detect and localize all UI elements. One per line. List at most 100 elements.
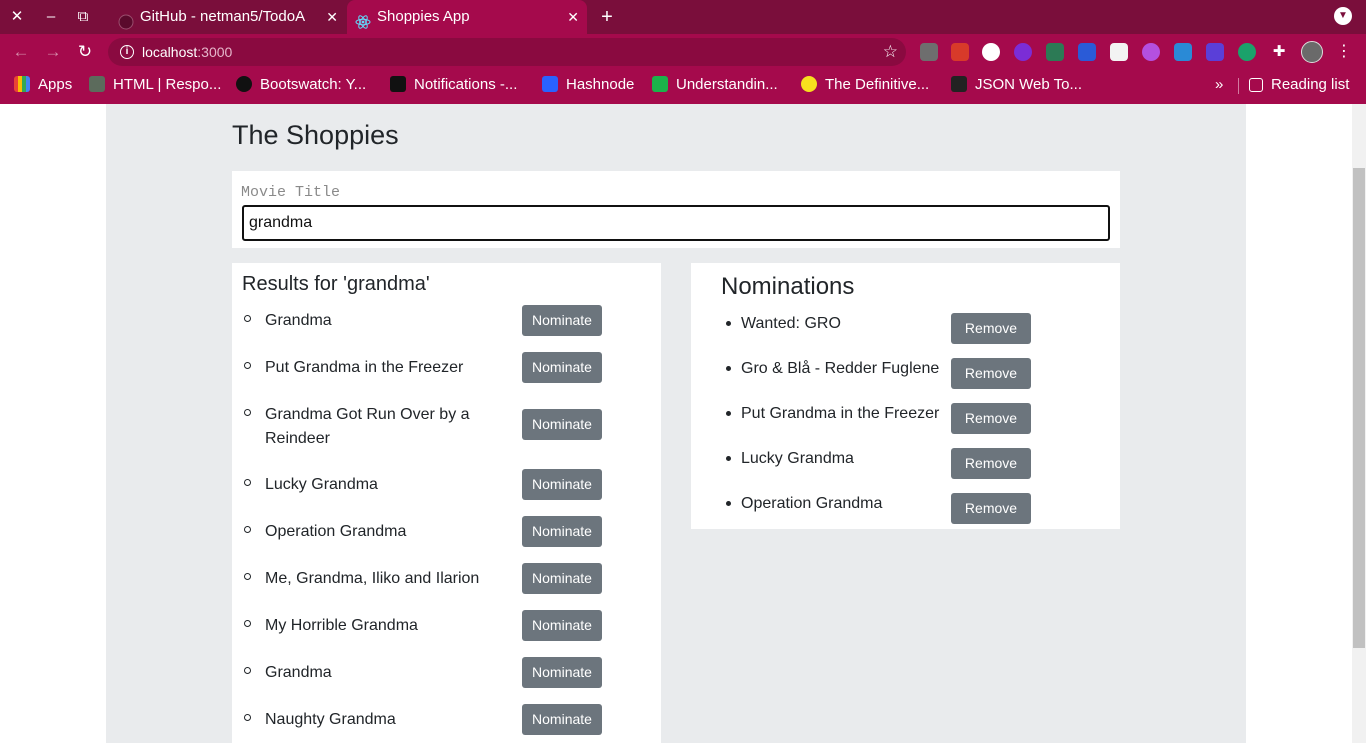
tab-shoppies[interactable]: Shoppies App ✕ bbox=[347, 0, 587, 34]
nominations-card: Nominations Wanted: GRO Remove Gro & Blå… bbox=[691, 263, 1120, 529]
bullet bbox=[726, 501, 731, 506]
nomination-title: Put Grandma in the Freezer bbox=[741, 405, 940, 422]
restore-window-icon[interactable]: ⧉ bbox=[72, 6, 94, 28]
page-title: The Shoppies bbox=[232, 120, 399, 150]
tab-title: Shoppies App bbox=[377, 8, 470, 25]
bookmark-apps[interactable]: Apps bbox=[14, 70, 72, 100]
nominate-button[interactable]: Nominate bbox=[522, 563, 602, 594]
reading-list-icon bbox=[1249, 78, 1263, 92]
flag-extension-icon[interactable] bbox=[1078, 43, 1096, 61]
r-extension-icon[interactable] bbox=[1110, 43, 1128, 61]
close-tab-icon[interactable]: ✕ bbox=[567, 0, 579, 34]
bookmarks-overflow-icon[interactable]: » bbox=[1215, 70, 1223, 100]
result-title: Grandma bbox=[265, 664, 332, 681]
nomination-title: Wanted: GRO bbox=[741, 315, 841, 332]
understanding-icon bbox=[652, 76, 668, 92]
bullet bbox=[244, 409, 251, 416]
download-extension-icon[interactable] bbox=[1174, 43, 1192, 61]
result-title: Me, Grandma, Iliko and Ilarion bbox=[265, 570, 480, 587]
nomination-title: Operation Grandma bbox=[741, 495, 883, 512]
bullet bbox=[244, 479, 251, 486]
nominate-button[interactable]: Nominate bbox=[522, 305, 602, 336]
tab-github[interactable]: GitHub - netman5/TodoA ✕ bbox=[110, 0, 346, 34]
back-icon[interactable]: ← bbox=[10, 41, 32, 63]
bookmark-star-icon[interactable]: ☆ bbox=[883, 41, 898, 63]
bullet bbox=[726, 411, 731, 416]
bullet bbox=[244, 620, 251, 627]
site-info-icon[interactable]: i bbox=[120, 45, 134, 59]
tab-search-icon[interactable]: ▼ bbox=[1334, 7, 1352, 25]
castle-extension-icon[interactable] bbox=[951, 43, 969, 61]
js-icon bbox=[801, 76, 817, 92]
jwt-icon bbox=[951, 76, 967, 92]
browser-menu-icon[interactable]: ⋮ bbox=[1336, 41, 1352, 63]
bubble-extension-icon[interactable] bbox=[1142, 43, 1160, 61]
bookmark-hashnode[interactable]: Hashnode bbox=[542, 70, 634, 100]
extensions-puzzle-icon[interactable]: ✚ bbox=[1270, 43, 1288, 61]
nominate-button[interactable]: Nominate bbox=[522, 657, 602, 688]
result-title: Grandma Got Run Over by a Reindeer bbox=[265, 406, 470, 447]
result-title: Operation Grandma bbox=[265, 523, 407, 540]
nominate-button[interactable]: Nominate bbox=[522, 409, 602, 440]
movie-title-input[interactable] bbox=[242, 205, 1110, 241]
remove-button[interactable]: Remove bbox=[951, 403, 1031, 434]
nominate-button[interactable]: Nominate bbox=[522, 469, 602, 500]
nominate-button[interactable]: Nominate bbox=[522, 516, 602, 547]
result-title: Grandma bbox=[265, 312, 332, 329]
bullet bbox=[244, 573, 251, 580]
nominate-button[interactable]: Nominate bbox=[522, 352, 602, 383]
result-title: Lucky Grandma bbox=[265, 476, 378, 493]
bootswatch-icon bbox=[236, 76, 252, 92]
result-title: My Horrible Grandma bbox=[265, 617, 418, 634]
spark-extension-icon[interactable] bbox=[1014, 43, 1032, 61]
infinity-extension-icon[interactable] bbox=[1206, 43, 1224, 61]
bullet bbox=[244, 667, 251, 674]
scrollbar-thumb[interactable] bbox=[1353, 168, 1365, 648]
reload-icon[interactable]: ↻ bbox=[74, 41, 96, 63]
bullet bbox=[244, 526, 251, 533]
bookmark-jwt[interactable]: JSON Web To... bbox=[951, 70, 1082, 100]
apps-grid-icon bbox=[14, 76, 30, 92]
remove-button[interactable]: Remove bbox=[951, 313, 1031, 344]
bullet bbox=[726, 366, 731, 371]
share-extension-icon[interactable] bbox=[982, 43, 1000, 61]
bookmarks-bar: Apps HTML | Respo... Bootswatch: Y... No… bbox=[0, 70, 1366, 104]
page-viewport: The Shoppies Movie Title Results for 'gr… bbox=[0, 104, 1366, 743]
close-tab-icon[interactable]: ✕ bbox=[326, 0, 338, 34]
search-label: Movie Title bbox=[241, 184, 341, 201]
bookmarks-divider bbox=[1238, 78, 1239, 94]
close-window-icon[interactable]: ✕ bbox=[6, 6, 28, 28]
w3-icon bbox=[89, 76, 105, 92]
remove-button[interactable]: Remove bbox=[951, 358, 1031, 389]
grammarly-extension-icon[interactable] bbox=[1238, 43, 1256, 61]
bullet bbox=[244, 315, 251, 322]
browser-toolbar: ← → ↻ i localhost:3000 ☆ ✚ ⋮ bbox=[0, 34, 1366, 70]
pen-extension-icon[interactable] bbox=[920, 43, 938, 61]
address-bar[interactable]: i localhost:3000 ☆ bbox=[108, 38, 906, 66]
remove-button[interactable]: Remove bbox=[951, 493, 1031, 524]
forward-icon[interactable]: → bbox=[42, 41, 64, 63]
minimize-window-icon[interactable]: – bbox=[40, 6, 62, 28]
nominate-button[interactable]: Nominate bbox=[522, 704, 602, 735]
result-title: Naughty Grandma bbox=[265, 711, 396, 728]
nomination-title: Lucky Grandma bbox=[741, 450, 854, 467]
profile-avatar[interactable] bbox=[1301, 41, 1323, 63]
results-card: Results for 'grandma' Grandma Nominate P… bbox=[232, 263, 661, 743]
reading-list[interactable]: Reading list bbox=[1249, 70, 1349, 100]
result-title: Put Grandma in the Freezer bbox=[265, 359, 464, 376]
bookmark-bootswatch[interactable]: Bootswatch: Y... bbox=[236, 70, 366, 100]
remove-button[interactable]: Remove bbox=[951, 448, 1031, 479]
github-icon bbox=[118, 9, 134, 30]
browser-tab-bar: ✕ – ⧉ GitHub - netman5/TodoA ✕ Shoppies … bbox=[0, 0, 1366, 34]
bookmark-html[interactable]: HTML | Respo... bbox=[89, 70, 221, 100]
tab-title: GitHub - netman5/TodoA bbox=[140, 8, 306, 25]
bookmark-understanding[interactable]: Understandin... bbox=[652, 70, 778, 100]
nominate-button[interactable]: Nominate bbox=[522, 610, 602, 641]
new-tab-icon[interactable]: + bbox=[596, 6, 618, 28]
dev-icon bbox=[390, 76, 406, 92]
rocket-extension-icon[interactable] bbox=[1046, 43, 1064, 61]
bookmark-definitive[interactable]: The Definitive... bbox=[801, 70, 929, 100]
hashnode-icon bbox=[542, 76, 558, 92]
bullet bbox=[244, 714, 251, 721]
bookmark-notifications[interactable]: Notifications -... bbox=[390, 70, 517, 100]
